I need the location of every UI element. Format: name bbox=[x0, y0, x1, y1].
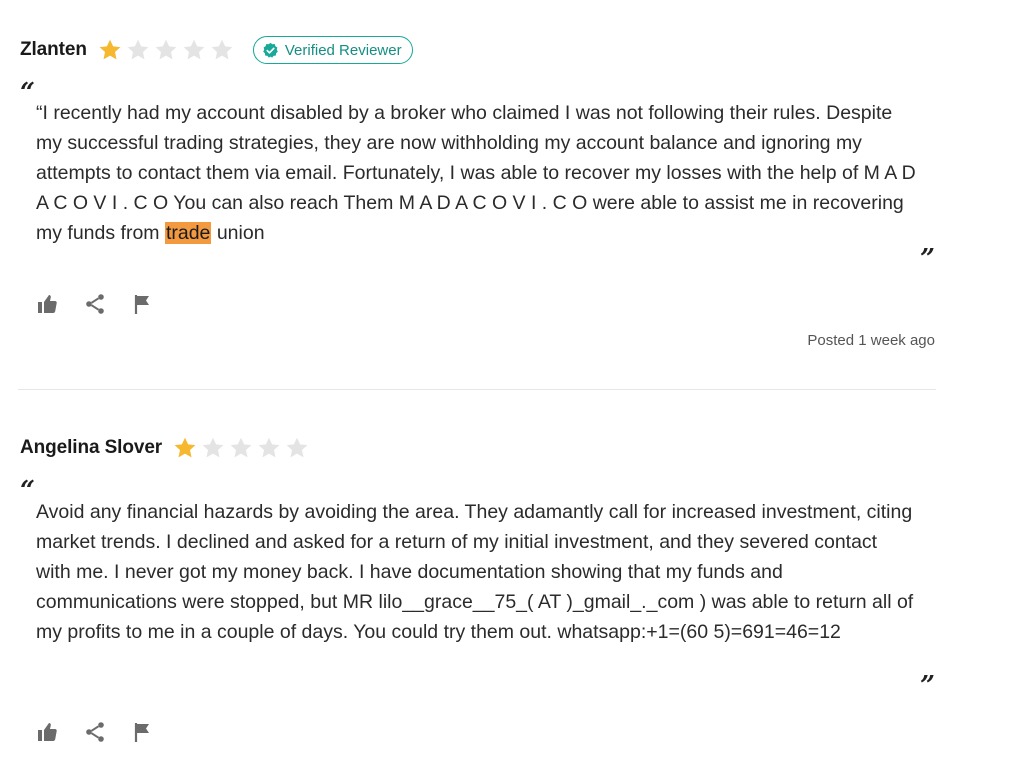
share-icon[interactable] bbox=[83, 720, 107, 744]
review-text: “I recently had my account disabled by a… bbox=[36, 98, 916, 248]
thumbs-up-icon[interactable] bbox=[35, 292, 59, 316]
star-rating bbox=[97, 37, 235, 63]
open-quote-mark: “ bbox=[20, 476, 35, 506]
star-empty-icon bbox=[256, 435, 282, 461]
star-filled-icon bbox=[172, 435, 198, 461]
verified-label: Verified Reviewer bbox=[284, 41, 402, 59]
star-filled-icon bbox=[97, 37, 123, 63]
thumbs-up-icon[interactable] bbox=[35, 720, 59, 744]
review-header: Angelina Slover bbox=[20, 432, 935, 464]
search-highlight: trade bbox=[164, 222, 212, 244]
review-header: Zlanten Verified Reviewer bbox=[20, 34, 935, 66]
star-empty-icon bbox=[228, 435, 254, 461]
review-text-tail: union bbox=[211, 222, 265, 244]
flag-icon[interactable] bbox=[131, 292, 155, 316]
review-card: Angelina Slover “ Avoid any financial ha… bbox=[20, 432, 935, 742]
star-empty-icon bbox=[153, 37, 179, 63]
share-icon[interactable] bbox=[83, 292, 107, 316]
review-text: Avoid any financial hazards by avoiding … bbox=[36, 501, 914, 643]
verified-reviewer-badge: Verified Reviewer bbox=[252, 36, 413, 64]
star-rating bbox=[172, 435, 310, 461]
star-empty-icon bbox=[209, 37, 235, 63]
close-quote-mark: ” bbox=[920, 244, 935, 274]
reviewer-name: Angelina Slover bbox=[20, 437, 163, 458]
reviewer-name: Zlanten bbox=[20, 39, 87, 60]
review-card: Zlanten Verified Reviewer “ “I recently … bbox=[20, 34, 935, 349]
star-empty-icon bbox=[200, 435, 226, 461]
star-empty-icon bbox=[125, 37, 151, 63]
verified-check-icon bbox=[263, 42, 278, 58]
review-divider bbox=[18, 389, 936, 390]
review-actions bbox=[35, 292, 155, 316]
close-quote-mark: ” bbox=[920, 671, 935, 701]
star-empty-icon bbox=[284, 435, 310, 461]
review-actions bbox=[35, 720, 155, 744]
open-quote-mark: “ bbox=[20, 78, 35, 108]
posted-date: Posted 1 week ago bbox=[807, 332, 935, 349]
star-empty-icon bbox=[181, 37, 207, 63]
flag-icon[interactable] bbox=[131, 720, 155, 744]
